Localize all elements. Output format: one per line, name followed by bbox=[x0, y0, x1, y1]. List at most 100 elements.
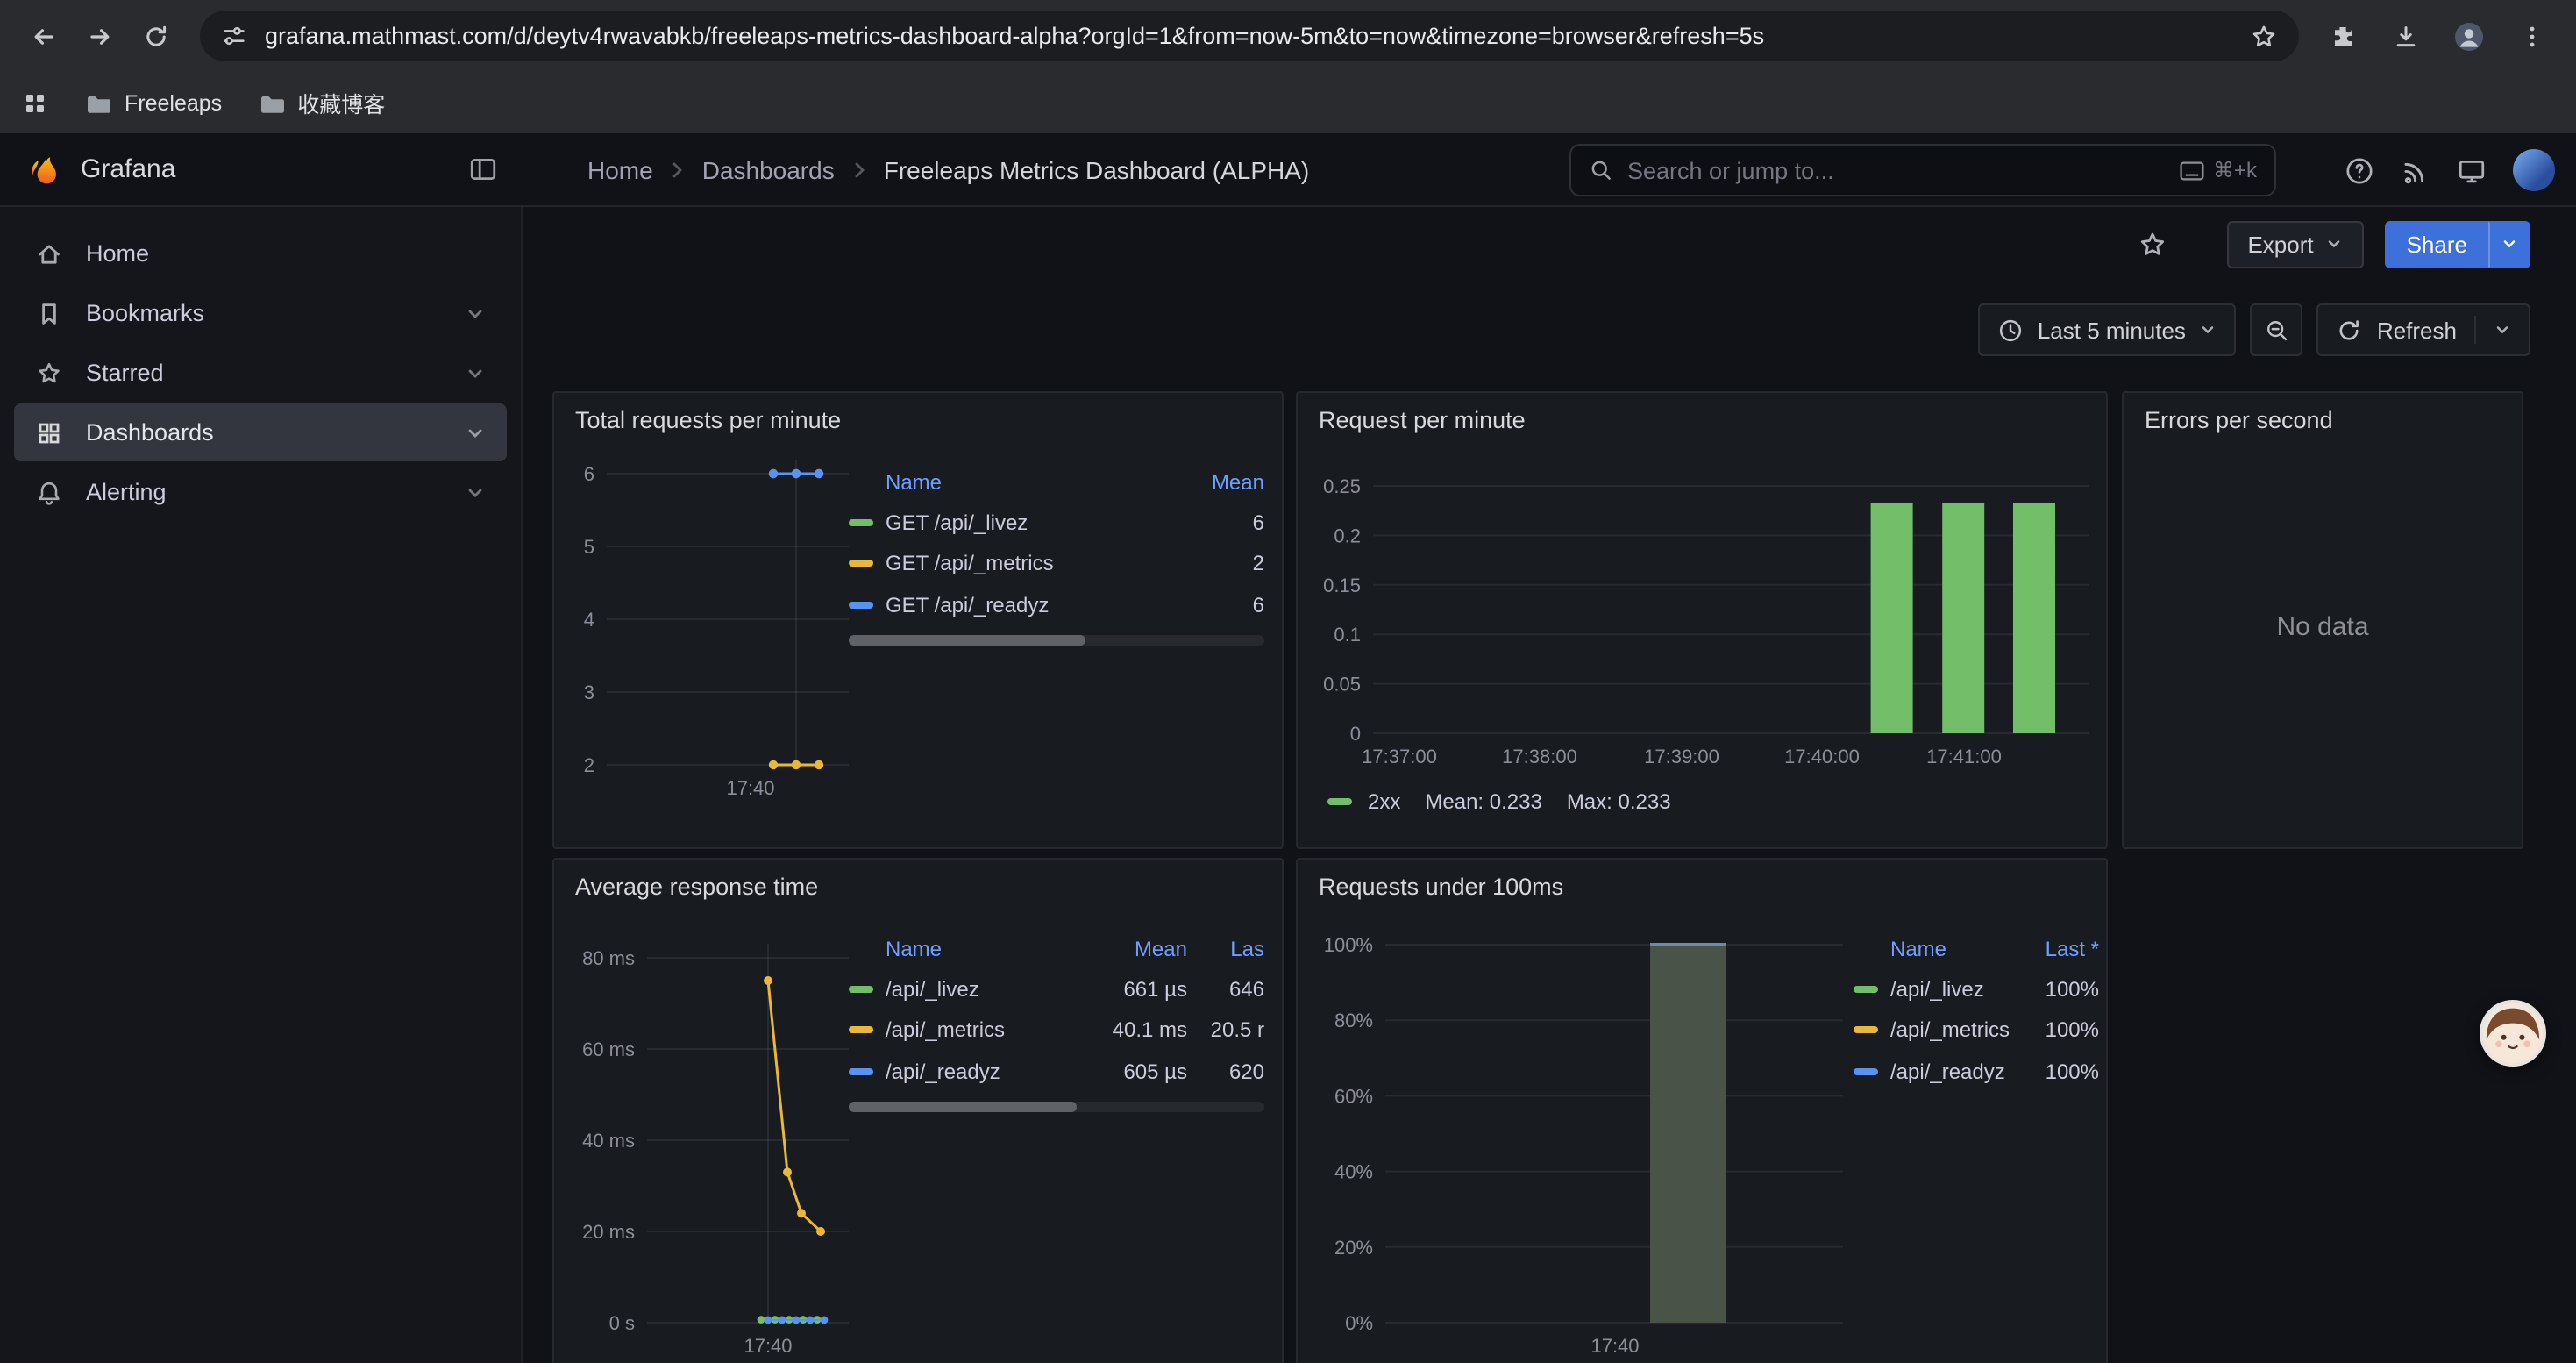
legend-col-header[interactable]: Las bbox=[1187, 937, 1264, 961]
keyboard-icon bbox=[2180, 161, 2204, 180]
scrollbar-thumb[interactable] bbox=[849, 1101, 1078, 1111]
export-button[interactable]: Export bbox=[2226, 220, 2364, 268]
profile-button[interactable] bbox=[2443, 10, 2495, 62]
legend-scrollbar[interactable] bbox=[849, 1101, 1264, 1111]
legend-table: NameMeanGET /api/_livez6GET /api/_metric… bbox=[849, 463, 1264, 645]
series-value: 661 µs bbox=[1078, 977, 1187, 1002]
share-button[interactable]: Share bbox=[2386, 220, 2488, 268]
legend-row[interactable]: /api/_livez661 µs646 bbox=[849, 968, 1264, 1010]
series-name: /api/_livez bbox=[886, 977, 979, 1002]
series-swatch bbox=[1854, 986, 1878, 993]
legend-row[interactable]: /api/_livez100% bbox=[1854, 968, 2099, 1010]
assistant-avatar-button[interactable] bbox=[2480, 1000, 2546, 1067]
series-value: 2 bbox=[1166, 552, 1264, 576]
series-name: GET /api/_metrics bbox=[886, 552, 1054, 576]
legend-scrollbar[interactable] bbox=[849, 634, 1264, 645]
legend-row[interactable]: GET /api/_livez6 bbox=[849, 502, 1264, 543]
series-name: /api/_readyz bbox=[1890, 1060, 2005, 1084]
share-menu-button[interactable] bbox=[2488, 220, 2530, 268]
chevron-down-icon[interactable] bbox=[465, 422, 486, 443]
sidebar-item-label: Home bbox=[86, 240, 149, 267]
zoom-out-time-button[interactable] bbox=[2251, 303, 2303, 356]
refresh-button[interactable]: Refresh bbox=[2317, 303, 2530, 356]
legend-col-header[interactable]: Name bbox=[1854, 937, 2018, 961]
sidebar-item-home[interactable]: Home bbox=[14, 225, 507, 282]
scrollbar-thumb[interactable] bbox=[849, 634, 1085, 645]
tick-label: 0 bbox=[1350, 723, 1361, 745]
news-rss-icon[interactable] bbox=[2401, 155, 2430, 185]
browser-menu-button[interactable] bbox=[2506, 10, 2558, 62]
series-value: 620 bbox=[1187, 1060, 1264, 1084]
sidebar-collapse-button[interactable] bbox=[468, 154, 498, 184]
forward-button[interactable] bbox=[74, 10, 126, 62]
url-bar[interactable]: grafana.mathmast.com/d/deytv4rwavabkb/fr… bbox=[200, 11, 2299, 61]
legend[interactable]: 2xxMean: 0.233Max: 0.233 bbox=[1327, 789, 1671, 814]
tick-label: 17:40:00 bbox=[1784, 746, 1860, 767]
grafana-logo-icon[interactable] bbox=[25, 150, 63, 189]
tick-label: 60 ms bbox=[582, 1038, 635, 1060]
series-value: 40.1 ms bbox=[1078, 1018, 1187, 1043]
panel-requests-under-100ms: Requests under 100ms 100%80%60%40%20%0%1… bbox=[1296, 858, 2108, 1363]
legend-row[interactable]: /api/_metrics100% bbox=[1854, 1010, 2099, 1051]
back-icon bbox=[30, 22, 58, 50]
tick-label: 3 bbox=[584, 682, 594, 703]
tick-label: 100% bbox=[1324, 934, 1373, 956]
chevron-down-icon bbox=[2494, 321, 2511, 339]
site-settings-icon[interactable] bbox=[221, 23, 247, 49]
legend-row[interactable]: /api/_metrics40.1 ms20.5 r bbox=[849, 1010, 1264, 1051]
breadcrumb-dashboards[interactable]: Dashboards bbox=[702, 155, 835, 183]
monitor-icon[interactable] bbox=[2457, 155, 2487, 185]
apps-grid-icon[interactable] bbox=[21, 89, 49, 117]
series-value: 605 µs bbox=[1078, 1060, 1187, 1084]
url-text: grafana.mathmast.com/d/deytv4rwavabkb/fr… bbox=[265, 23, 2232, 49]
sidebar-item-label: Dashboards bbox=[86, 419, 214, 446]
legend-col-header[interactable]: Last * bbox=[2018, 937, 2099, 961]
sidebar-item-starred[interactable]: Starred bbox=[14, 344, 507, 402]
search-input[interactable]: Search or jump to... ⌘+k bbox=[1569, 144, 2276, 196]
legend-table: NameLast * /api/_livez100%/api/_metrics10… bbox=[1854, 930, 2099, 1092]
panel-title[interactable]: Errors per second bbox=[2145, 407, 2333, 433]
tick-label: 0.05 bbox=[1323, 674, 1361, 696]
help-icon[interactable] bbox=[2345, 155, 2374, 185]
series-name: 2xx bbox=[1368, 789, 1400, 814]
sidebar-item-alerting[interactable]: Alerting bbox=[14, 463, 507, 521]
legend-col-header[interactable]: Name bbox=[849, 937, 1078, 961]
reload-button[interactable] bbox=[130, 10, 182, 62]
dashboard-actions: Export Share bbox=[2137, 207, 2530, 281]
legend-col-header[interactable]: Mean bbox=[1078, 937, 1187, 961]
breadcrumb-home[interactable]: Home bbox=[587, 155, 653, 183]
sidebar-item-bookmarks[interactable]: Bookmarks bbox=[14, 284, 507, 342]
downloads-button[interactable] bbox=[2380, 10, 2432, 62]
chevron-down-icon[interactable] bbox=[465, 482, 486, 503]
chevron-down-icon bbox=[2200, 321, 2217, 339]
bookmark-label: Freeleaps bbox=[125, 90, 222, 115]
tick-label: 80% bbox=[1334, 1010, 1373, 1031]
legend-row[interactable]: GET /api/_metrics 2 bbox=[849, 543, 1264, 584]
tick-label: 17:41:00 bbox=[1926, 746, 2002, 767]
legend-header: NameMeanLas bbox=[849, 930, 1264, 968]
back-button[interactable] bbox=[18, 10, 70, 62]
legend-row[interactable]: /api/_readyz100% bbox=[1854, 1051, 2099, 1092]
bookmark-folder-freeleaps[interactable]: Freeleaps bbox=[84, 89, 222, 117]
folder-icon bbox=[257, 89, 285, 117]
time-range-picker[interactable]: Last 5 minutes bbox=[1978, 303, 2237, 356]
legend-row[interactable]: /api/_readyz605 µs620 bbox=[849, 1051, 1264, 1092]
user-avatar[interactable] bbox=[2513, 149, 2555, 191]
profile-avatar-icon bbox=[2453, 20, 2485, 52]
bookmark-folder-blogs[interactable]: 收藏博客 bbox=[257, 86, 385, 119]
clock-icon bbox=[1997, 317, 2024, 343]
bookmark-star-icon[interactable] bbox=[2250, 22, 2278, 50]
extensions-button[interactable] bbox=[2316, 10, 2369, 62]
chevron-down-icon[interactable] bbox=[465, 303, 486, 324]
puzzle-icon bbox=[2329, 22, 2357, 50]
legend-col-header[interactable]: Mean bbox=[1166, 470, 1264, 495]
legend-row[interactable]: GET /api/_readyz6 bbox=[849, 584, 1264, 625]
chevron-down-icon[interactable] bbox=[465, 362, 486, 383]
favorite-star-icon[interactable] bbox=[2137, 229, 2167, 259]
chevron-down-icon bbox=[2326, 235, 2344, 253]
grafana-topbar: Grafana Home Dashboards Freeleaps Metric… bbox=[0, 133, 2576, 207]
bar-chart-request-per-minute[interactable]: 0.250.20.150.10.05017:37:0017:38:0017:39… bbox=[1298, 393, 2110, 851]
sidebar-item-dashboards[interactable]: Dashboards bbox=[14, 403, 507, 461]
tick-label: 0.25 bbox=[1323, 475, 1361, 497]
legend-col-header[interactable]: Name bbox=[849, 470, 1166, 495]
